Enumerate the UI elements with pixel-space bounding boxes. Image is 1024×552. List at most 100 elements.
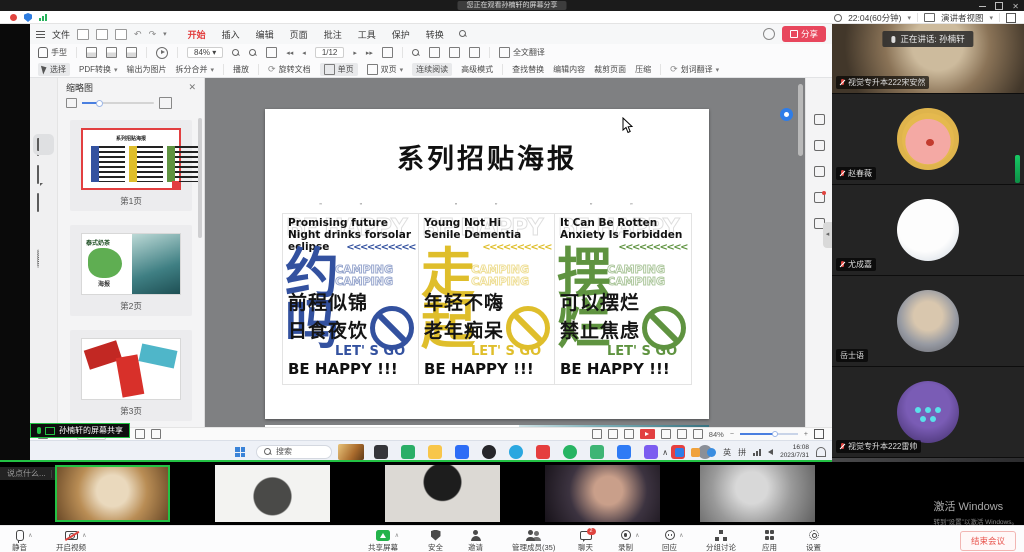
single-page-icon[interactable] [661,429,671,439]
xiaohongshu-app-icon[interactable] [536,445,550,459]
split-merge-icon[interactable] [126,47,137,58]
apps-button[interactable]: 应用 [762,529,777,552]
edit-content-icon[interactable] [429,47,440,58]
read-mode-icon[interactable] [608,429,618,439]
panel-settings-icon[interactable] [37,250,50,263]
canvas-scrollbar[interactable] [798,84,803,156]
slideshow-play-icon[interactable] [640,429,655,439]
participant-tile-5[interactable]: 视觉专升本222雷帅 [832,367,1024,457]
bookmark-panel-icon[interactable] [37,110,50,123]
split-merge-button[interactable]: 拆分合并 ▾ [176,64,215,75]
redo-icon[interactable]: ↷ [149,29,157,40]
todo-icon[interactable] [814,192,825,203]
zoom-slider[interactable] [740,433,798,435]
participant-tile-4[interactable]: 岳士语 [832,276,1024,366]
photoshop-app-icon[interactable] [455,445,469,459]
minimize-icon[interactable] [979,6,986,7]
chat-button[interactable]: 2 聊天 [578,529,593,552]
rotate-doc-button[interactable]: ⟳旋转文档 [268,64,311,75]
pdf-convert-icon[interactable] [86,47,97,58]
edge-browser-icon[interactable] [509,445,523,459]
breakout-rooms-button[interactable]: 分组讨论 [706,529,736,552]
export-image-icon[interactable] [106,47,117,58]
thumb-size-slider[interactable] [82,102,154,104]
camera-button[interactable]: ∧ 开启视频 [56,529,86,552]
manage-members-button[interactable]: 管理成员(35) [512,529,555,552]
single-page-button[interactable]: 单页 [320,63,358,76]
meeting-duration[interactable]: 22:04(60分钟) [848,12,901,24]
share-screen-button[interactable]: ∧ 共享屏幕 [368,529,398,552]
attachments-panel-icon[interactable] [37,194,50,207]
edit-content-button[interactable]: 编辑内容 [553,64,585,75]
qq-app-icon[interactable] [617,445,631,459]
tab-page[interactable]: 页面 [282,26,316,43]
crop-page-button[interactable]: 裁剪页面 [594,64,626,75]
crop-icon[interactable] [449,47,460,58]
tab-protect[interactable]: 保护 [384,26,418,43]
page-number-input[interactable]: 1/12 [315,47,345,58]
first-page-icon[interactable]: ◂◂ [286,49,293,57]
participant-tile-1[interactable]: 正在讲话: 孙楠轩 视觉专升本222宋安然 [832,24,1024,93]
pdf-share-button[interactable]: 分享 [782,26,826,42]
tray-expand-icon[interactable]: ∧ [662,448,668,457]
reading-tools-icon[interactable] [814,114,825,125]
settings-button[interactable]: 设置 [806,529,821,552]
mute-button[interactable]: ∧ 静音 [12,529,27,552]
last-page-icon[interactable]: ▸▸ [366,49,373,57]
chevron-down-icon[interactable]: ▾ [163,30,167,38]
widgets-weather-button[interactable] [338,444,364,460]
open-file-icon[interactable] [77,29,89,40]
page-thumbnail-1[interactable]: 系列招贴海报 第1页 [70,120,192,211]
pdf-canvas[interactable]: 系列招贴海报 ” ”” ”” ” BE HAPPY Promising futu… [205,78,805,427]
video-thumbnail[interactable] [700,465,815,522]
zoom-level-select[interactable]: 84% ▾ [187,47,223,58]
pdf-convert-button[interactable]: PDF转换 ▾ [79,64,118,75]
page-thumbnail-3[interactable]: 第3页 [70,330,192,421]
notes-icon[interactable] [814,140,825,151]
thumb-smaller-icon[interactable] [66,98,77,108]
compress-icon[interactable] [469,47,480,58]
screen-share-banner[interactable]: 您正在观看孙楠轩的屏幕分享 [458,1,567,10]
menu-icon[interactable] [36,29,45,40]
tab-insert[interactable]: 插入 [214,26,248,43]
onedrive-tray-icon[interactable] [675,448,684,457]
taskbar-search[interactable]: 搜索 [256,445,332,459]
maximize-icon[interactable] [995,2,1003,10]
wifi-icon[interactable] [753,449,761,456]
play-button[interactable]: 播放 [233,64,249,75]
reaction-button[interactable]: ∧ 回应 [662,529,677,552]
chevron-down-icon[interactable]: ▾ [989,14,993,22]
zoom-in-icon[interactable] [249,49,257,57]
start-button[interactable] [235,447,245,457]
double-page-icon[interactable] [677,429,687,439]
sidebar-collapse-handle[interactable]: ◂ [823,222,832,248]
find-replace-button[interactable]: 查找替换 [512,64,544,75]
fit-width-icon[interactable] [135,429,145,439]
file-menu[interactable]: 文件 [52,28,70,41]
mic-tray-icon[interactable] [707,448,716,457]
fit-page-icon[interactable] [266,47,277,58]
tab-tools[interactable]: 工具 [350,26,384,43]
photos-app-icon[interactable] [374,445,388,459]
continuous-read-button[interactable]: 连续阅读 [412,63,452,76]
tab-home[interactable]: 开始 [180,26,214,43]
close-panel-icon[interactable]: ✕ [188,82,196,93]
thumbnails-panel-icon[interactable] [37,138,50,151]
camera-app-icon[interactable] [482,445,496,459]
tab-edit[interactable]: 编辑 [248,26,282,43]
export-image-button[interactable]: 输出为图片 [127,64,167,75]
tray-app-icon[interactable] [691,448,700,457]
thumb-panel-scrollbar[interactable] [198,118,202,238]
compress-button[interactable]: 压缩 [635,64,651,75]
video-thumbnail-active[interactable] [55,465,170,522]
play-icon[interactable] [156,47,168,59]
zoom-in-icon[interactable]: + [804,431,808,438]
view-mode-label[interactable]: 演讲者视图 [941,12,984,24]
video-thumbnail[interactable] [545,465,660,522]
video-thumbnail[interactable] [215,465,330,522]
status-zoom-level[interactable]: 84% [709,430,724,439]
pause-icon[interactable] [624,429,634,439]
volume-icon[interactable] [768,449,773,455]
auto-scroll-icon[interactable] [592,429,602,439]
feedback-smiley-icon[interactable] [763,28,775,40]
